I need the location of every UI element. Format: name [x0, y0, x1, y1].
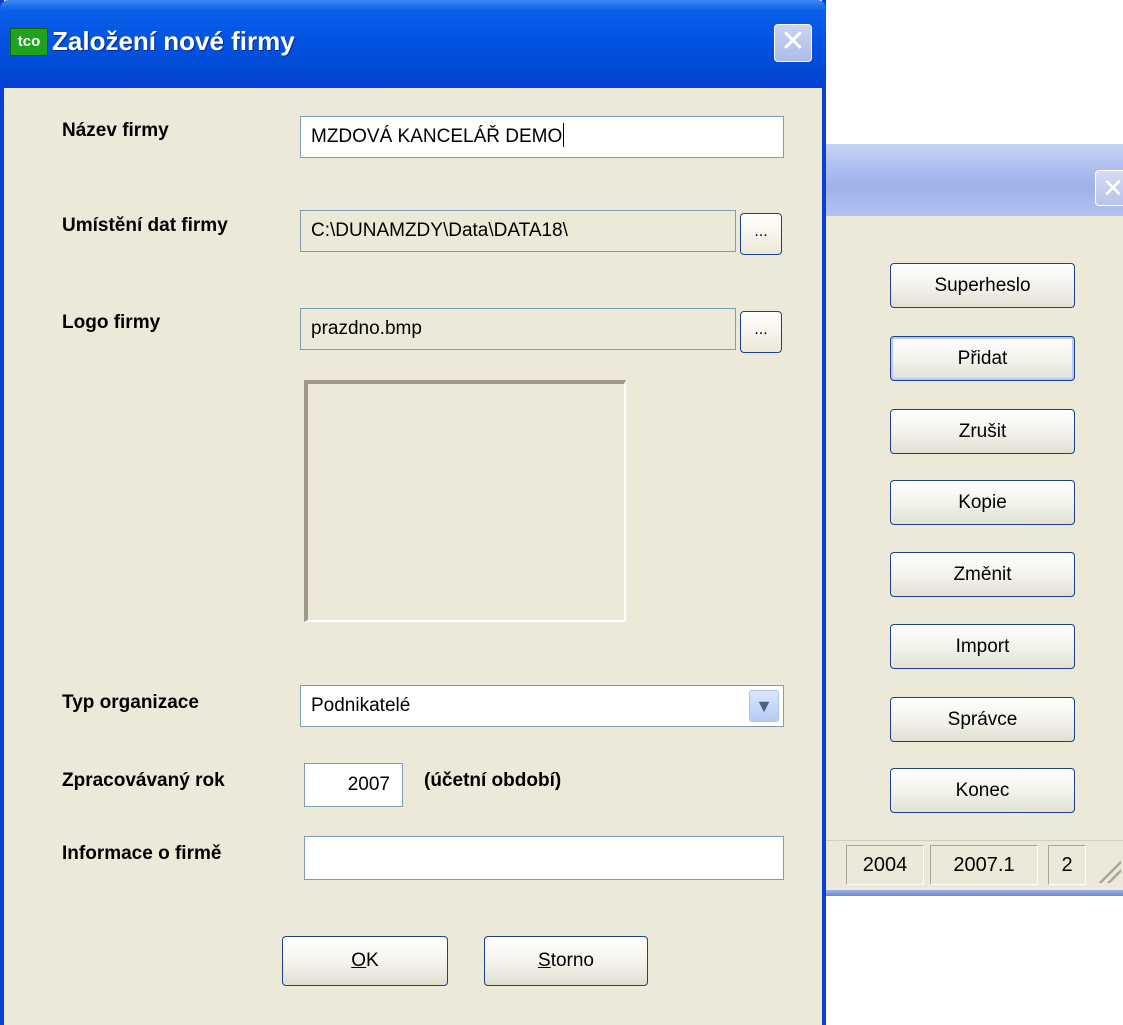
org-type-select[interactable]: Podnikatelé ▼: [300, 685, 784, 727]
ok-label-rest: K: [366, 950, 379, 971]
logo-label: Logo firmy: [62, 312, 161, 333]
logo-preview: [304, 380, 626, 622]
zrusit-button[interactable]: Zrušit: [890, 409, 1075, 454]
status-version: 2007.1: [930, 845, 1038, 885]
ok-mnemonic: O: [351, 950, 367, 971]
company-name-input[interactable]: MZDOVÁ KANCELÁŘ DEMO: [300, 116, 784, 158]
dialog-titlebar[interactable]: tco Založení nové firmy ✕: [0, 0, 826, 88]
status-year: 2004: [846, 845, 924, 885]
dialog-close-button[interactable]: ✕: [774, 24, 812, 62]
data-location-input[interactable]: C:\DUNAMZDY\Data\DATA18\: [300, 210, 736, 252]
company-name-value: MZDOVÁ KANCELÁŘ DEMO: [311, 126, 563, 147]
year-note: (účetní období): [424, 770, 562, 791]
data-location-label: Umístění dat firmy: [62, 215, 228, 236]
company-info-input[interactable]: [304, 836, 784, 880]
konec-button[interactable]: Konec: [890, 768, 1075, 813]
ok-button[interactable]: OK: [282, 936, 448, 986]
import-button[interactable]: Import: [890, 624, 1075, 669]
spravce-button[interactable]: Správce: [890, 697, 1075, 742]
status-bar: 2004 2007.1 2: [802, 840, 1123, 891]
pridat-button[interactable]: Přidat: [890, 336, 1075, 381]
zmenit-button[interactable]: Změnit: [890, 552, 1075, 597]
dialog-title: Založení nové firmy: [52, 26, 295, 56]
org-type-value: Podnikatelé: [311, 695, 411, 716]
background-titlebar: ✕: [802, 144, 1123, 216]
app-logo-icon: tco: [10, 28, 48, 56]
status-count: 2: [1048, 845, 1086, 885]
data-location-browse-button[interactable]: ...: [740, 213, 782, 255]
new-company-dialog: tco Založení nové firmy ✕ Název firmy MZ…: [0, 0, 826, 1025]
kopie-button[interactable]: Kopie: [890, 480, 1075, 525]
year-label: Zpracovávaný rok: [62, 770, 225, 791]
company-info-label: Informace o firmě: [62, 843, 222, 864]
background-window-border: [802, 890, 1123, 896]
background-window: ✕ Superheslo Přidat Zrušit Kopie Změnit …: [800, 144, 1123, 896]
year-input[interactable]: 2007: [304, 763, 403, 807]
superheslo-button[interactable]: Superheslo: [890, 263, 1075, 308]
resize-grip-icon[interactable]: [1099, 861, 1121, 883]
background-close-button[interactable]: ✕: [1095, 170, 1123, 206]
logo-browse-button[interactable]: ...: [740, 311, 782, 353]
text-caret: [563, 123, 565, 147]
cancel-button[interactable]: Storno: [484, 936, 648, 986]
org-type-label: Typ organizace: [62, 692, 199, 713]
logo-input[interactable]: prazdno.bmp: [300, 308, 736, 350]
chevron-down-icon[interactable]: ▼: [749, 690, 779, 722]
cancel-label-rest: torno: [550, 950, 594, 971]
company-name-label: Název firmy: [62, 120, 169, 141]
cancel-mnemonic: S: [538, 950, 551, 971]
